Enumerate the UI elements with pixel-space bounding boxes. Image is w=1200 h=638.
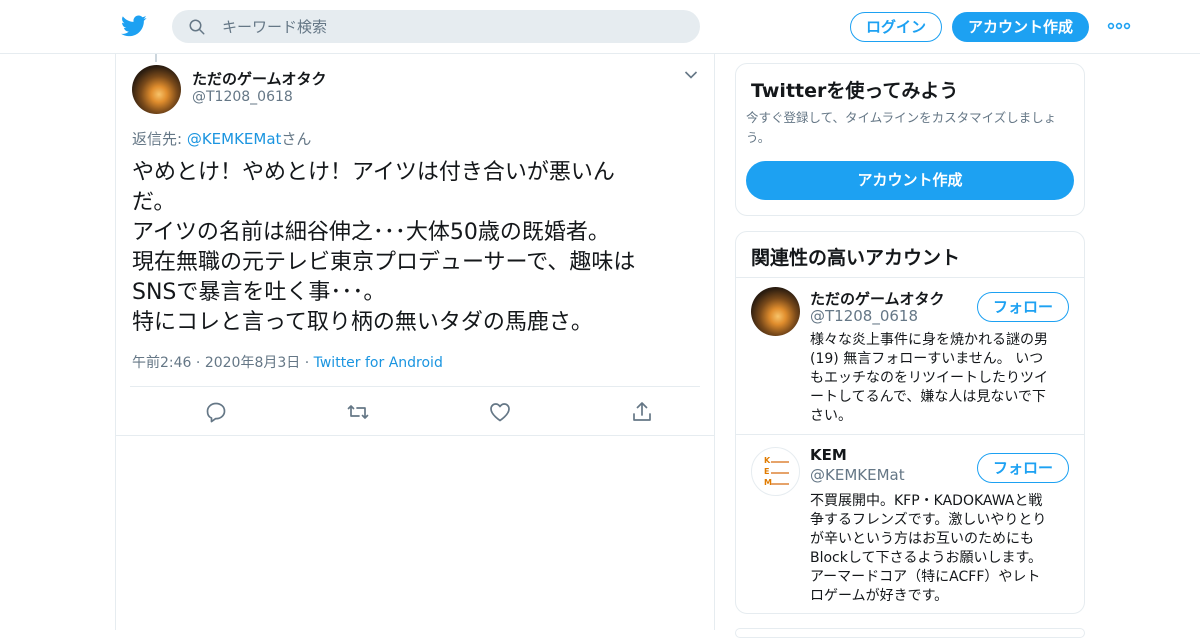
bio-line: さい。 [810,408,852,424]
retweet-icon[interactable] [346,400,370,424]
reply-mention-link[interactable]: @KEMKEMat [187,130,282,148]
account-avatar[interactable] [751,287,800,336]
logo-line [771,472,789,474]
search-icon [189,19,205,35]
logo-line [771,461,789,463]
meta-separator: · [195,355,201,371]
tweet-text-line: SNSで暴言を吐く事･･･。 [132,280,386,305]
tweet-text-line: 現在無職の元テレビ東京プロデューサーで、趣味は [132,250,636,275]
account-name[interactable]: ただのゲームオタク [810,288,945,309]
related-account-item[interactable]: ただのゲームオタク @T1208_0618 フォロー 様々な炎上事件に身を焼かれ… [736,278,1084,435]
bio-line: アーマードコア（特にACFF）やレト [810,569,1041,585]
bio-line: が辛いという方はお互いのためにも [810,531,1034,547]
search-box[interactable] [172,10,700,43]
account-bio: 不買展開中。KFP・KADOKAWAと戦 争するフレンズです。激しいやりとり が… [810,492,1075,606]
related-account-item[interactable]: K E M KEM @KEMKEMat フォロー 不買展開中。KFP・KADOK… [736,436,1084,614]
reply-icon[interactable] [204,400,228,424]
thread-connector-line [155,54,157,62]
follow-button[interactable]: フォロー [977,292,1069,322]
bio-line: 不買展開中。KFP・KADOKAWAと戦 [810,493,1043,509]
logo-line [771,483,789,485]
create-account-button[interactable]: アカウント作成 [746,161,1074,200]
reply-context: 返信先: @KEMKEMatさん [132,128,311,149]
bio-line: もエッチなのをリツイートしたりツイ [810,370,1048,386]
bio-line: ロゲームが好きです。 [810,588,949,604]
logo-letter: E [764,467,770,476]
top-navigation-bar: ログイン アカウント作成 [0,0,1200,54]
divider [116,435,714,436]
author-avatar[interactable] [132,65,181,114]
tweet-date: 2020年8月3日 [204,355,301,371]
login-button[interactable]: ログイン [850,12,942,42]
bio-line: 様々な炎上事件に身を焼かれる謎の男 [810,332,1048,348]
tweet-source-link[interactable]: Twitter for Android [314,355,443,371]
tweet-text-line: だ。 [132,190,176,215]
chevron-down-icon[interactable] [684,70,698,80]
account-handle[interactable]: @KEMKEMat [810,466,905,484]
signup-button[interactable]: アカウント作成 [952,12,1089,42]
card-description-line: う。 [746,130,771,145]
account-avatar[interactable]: K E M [751,447,800,496]
tweet-detail-column: ただのゲームオタク @T1208_0618 返信先: @KEMKEMatさん や… [115,54,715,630]
divider [130,386,700,387]
tweet-text-line: やめとけ！やめとけ！アイツは付き合いが悪いん [132,160,615,185]
related-accounts-card: 関連性の高いアカウント ただのゲームオタク @T1208_0618 フォロー 様… [735,231,1085,614]
card-title: Twitterを使ってみよう [751,80,959,102]
account-handle[interactable]: @T1208_0618 [810,307,918,325]
bio-line: ートしてるんで、嫌な人は見ないで下 [810,389,1046,405]
card-description: 今すぐ登録して、タイムラインをカスタマイズしましょ う。 [746,108,1081,148]
twitter-bird-icon[interactable] [120,13,148,39]
signup-prompt-card: Twitterを使ってみよう 今すぐ登録して、タイムラインをカスタマイズしましょ… [735,63,1085,216]
more-dots-icon[interactable] [1107,21,1131,31]
reply-prefix: 返信先: [132,130,187,148]
account-name[interactable]: KEM [810,446,847,464]
tweet-text-line: アイツの名前は細谷伸之･･･大体50歳の既婚者。 [132,220,610,245]
search-input[interactable] [222,10,682,43]
like-icon[interactable] [488,400,512,424]
logo-letter: K [764,456,771,465]
tweet-text: やめとけ！やめとけ！アイツは付き合いが悪いん だ。 アイツの名前は細谷伸之･･･… [132,158,672,338]
bio-line: (19) 無言フォローすいません。 いつ [810,351,1044,367]
account-bio: 様々な炎上事件に身を焼かれる謎の男 (19) 無言フォローすいません。 いつ も… [810,331,1075,426]
tweet-text-line: 特にコレと言って取り柄の無いタダの馬鹿さ。 [132,310,593,335]
author-name[interactable]: ただのゲームオタク [192,68,327,89]
card-description-line: 今すぐ登録して、タイムラインをカスタマイズしましょ [746,110,1057,125]
reply-suffix: さん [281,130,312,148]
meta-separator: · [304,355,310,371]
share-icon[interactable] [630,400,654,424]
tweet-metadata: 午前2:46 · 2020年8月3日 · Twitter for Android [132,352,443,372]
tweet-time-link[interactable]: 午前2:46 [132,355,191,371]
tweet-actions-bar [130,394,700,434]
bio-line: 争するフレンズです。激しいやりとり [810,512,1047,528]
bio-line: Blockして下さるようお願いします。 [810,550,1043,566]
author-handle[interactable]: @T1208_0618 [192,89,293,105]
follow-button[interactable]: フォロー [977,453,1069,483]
card-title: 関連性の高いアカウント [751,247,961,269]
